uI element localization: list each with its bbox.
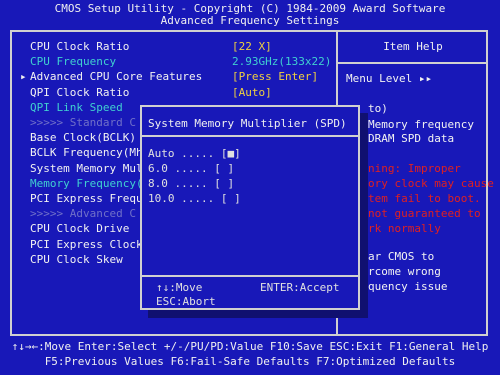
- setting-label: CPU Clock Skew: [30, 252, 123, 266]
- popup-option[interactable]: 6.0 ..... [ ]: [148, 162, 234, 175]
- setting-label: QPI Clock Ratio: [30, 85, 130, 99]
- page-title: Advanced Frequency Settings: [160, 14, 340, 27]
- help-line: ning: Improper: [368, 162, 461, 175]
- setting-label: CPU Clock Ratio: [30, 40, 130, 53]
- popup-option[interactable]: Auto ..... [■]: [148, 147, 241, 160]
- setting-label: >>>>> Standard C: [30, 116, 136, 129]
- setting-label: >>>>> Advanced C: [30, 207, 136, 221]
- setting-row[interactable]: CPU Frequency 2.93GHz(133x22): [20, 55, 332, 69]
- popup-title: System Memory Multiplier (SPD): [148, 117, 347, 130]
- setting-value[interactable]: [Press Enter]: [232, 70, 318, 84]
- setting-label: Base Clock(BCLK): [30, 131, 136, 145]
- footer-keys-line1: ↑↓→←:Move Enter:Select +/-/PU/PD:Value F…: [11, 340, 489, 353]
- help-line: rcome wrong: [368, 265, 441, 278]
- setting-label: CPU Frequency: [30, 55, 117, 69]
- popup-move-hint: ↑↓:Move: [156, 281, 203, 294]
- help-line: Memory frequency: [368, 118, 474, 131]
- popup-esc-hint: ESC:Abort: [156, 295, 216, 308]
- help-line: to): [368, 102, 388, 115]
- popup-footer-separator: [142, 275, 358, 277]
- popup-option[interactable]: 10.0 ..... [ ]: [148, 192, 241, 205]
- popup-enter-hint: ENTER:Accept: [260, 281, 340, 294]
- setting-label: PCI Express Clock: [30, 237, 143, 251]
- setting-label: System Memory Mul: [30, 161, 143, 175]
- setting-label: CPU Clock Drive: [30, 222, 130, 236]
- help-title: Item Help: [383, 40, 443, 53]
- setting-value[interactable]: [22 X]: [232, 40, 272, 54]
- setting-row[interactable]: CPU Clock Ratio [22 X]: [20, 40, 332, 54]
- help-line: tem fail to boot.: [368, 192, 481, 205]
- setting-label: Memory Frequency(: [30, 176, 143, 190]
- help-line: quency issue: [368, 280, 448, 293]
- setting-value: 2.93GHz(133x22): [232, 55, 332, 69]
- footer-keys-line2: F5:Previous Values F6:Fail-Safe Defaults…: [44, 355, 456, 368]
- setting-row[interactable]: QPI Clock Ratio [Auto]: [20, 86, 332, 100]
- setting-label: BCLK Frequency(Mh: [30, 146, 143, 160]
- submenu-arrow-icon: ▸: [20, 70, 27, 84]
- setting-label: QPI Link Speed: [30, 100, 123, 114]
- help-line: Menu Level ▸▸: [346, 72, 433, 85]
- help-line: ory clock may cause: [368, 177, 494, 190]
- help-line: DRAM SPD data: [368, 132, 455, 145]
- popup-option[interactable]: 8.0 ..... [ ]: [148, 177, 234, 190]
- help-line: not guaranteed to: [368, 207, 481, 220]
- setting-row[interactable]: ▸ Advanced CPU Core Features [Press Enter]: [20, 70, 332, 84]
- popup-separator: [142, 135, 358, 137]
- setting-value[interactable]: [Auto]: [232, 86, 272, 100]
- help-separator: [338, 62, 488, 64]
- help-line: ar CMOS to: [368, 250, 435, 263]
- help-line: rk normally: [368, 222, 441, 235]
- memory-multiplier-popup: System Memory Multiplier (SPD) Auto ....…: [140, 105, 360, 310]
- setting-label: Advanced CPU Core Features: [30, 70, 203, 84]
- setting-label: PCI Express Frequ: [30, 192, 143, 205]
